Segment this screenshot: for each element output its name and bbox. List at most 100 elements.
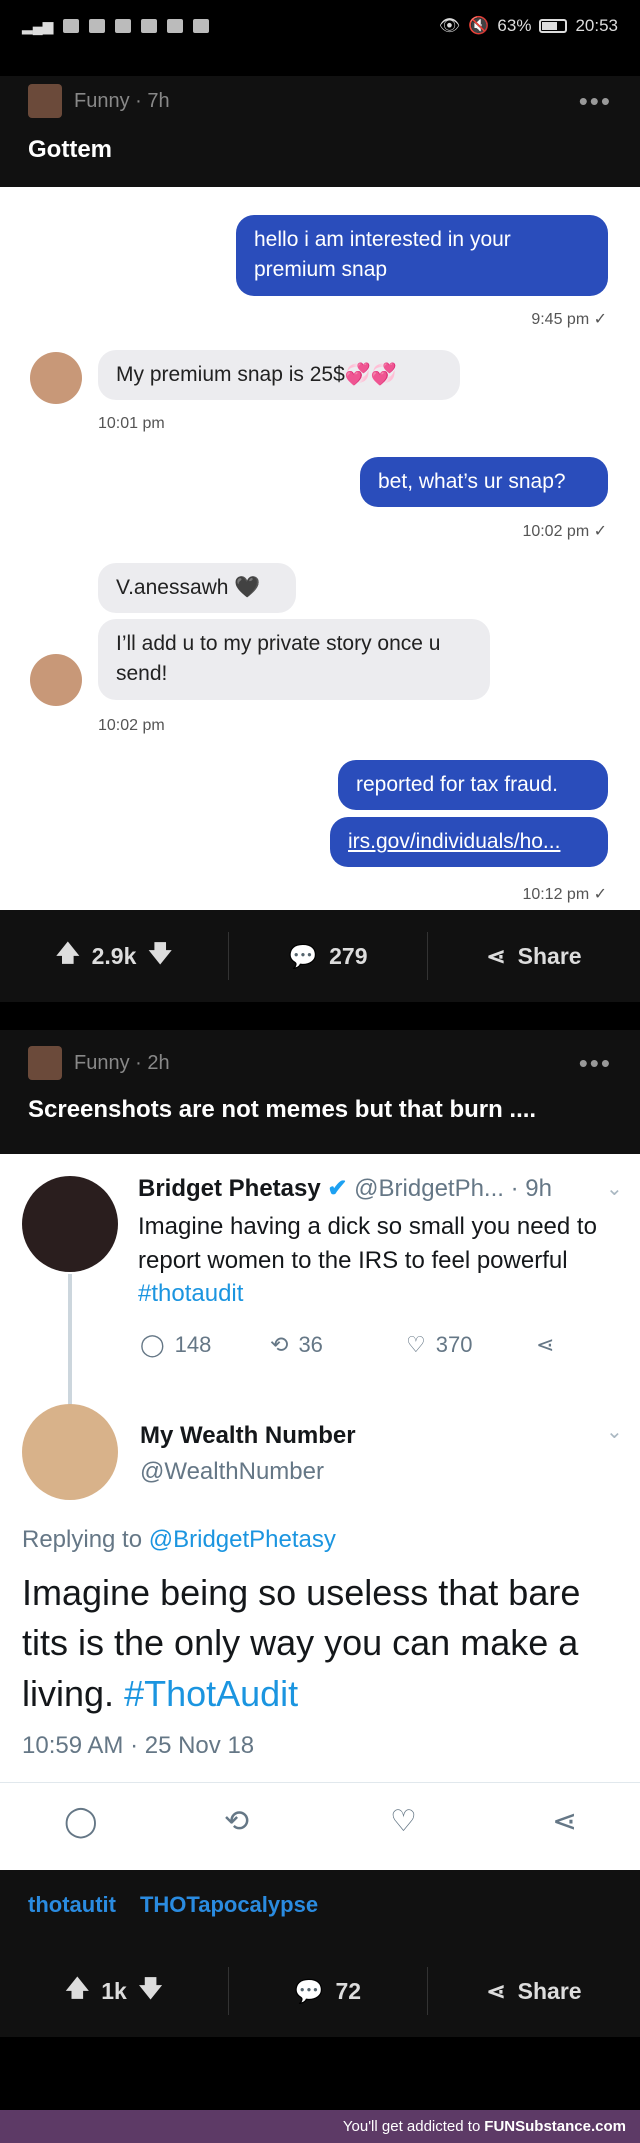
comment-icon: 💬 [288, 942, 318, 969]
facebook-icon [193, 19, 210, 33]
community-avatar[interactable] [28, 1046, 62, 1080]
profile-avatar [22, 1176, 118, 1272]
mention-link[interactable]: @BridgetPhetasy [149, 1526, 336, 1553]
tag-link[interactable]: thotautit [28, 1892, 116, 1923]
community-label[interactable]: Funny · 2h [74, 1052, 170, 1075]
mail-icon [89, 19, 106, 33]
tweet-timestamp: 10:59 AM · 25 Nov 18 [22, 1732, 255, 1759]
post-tags: thotautit THOTapocalypse [0, 1870, 640, 1945]
author-name: My Wealth Number [140, 1422, 356, 1449]
like-count: 370 [435, 1332, 473, 1357]
tweet-author: Bridget Phetasy ✔ @BridgetPh... · 9h [138, 1174, 552, 1203]
message-outgoing: bet, what’s ur snap? [360, 457, 608, 508]
author-name: Bridget Phetasy [138, 1175, 321, 1202]
comments-button[interactable]: 💬 72 [229, 1945, 427, 2037]
message-time: 10:02 pm [98, 717, 165, 734]
message-incoming: V.anessawh 🖤 [98, 563, 296, 614]
eye-icon: 👁 [438, 16, 461, 35]
profile-avatar [22, 1404, 118, 1500]
app-icon [141, 19, 158, 33]
replying-prefix: Replying to [22, 1526, 143, 1553]
author-handle: @WealthNumber [140, 1458, 324, 1485]
heart-icon[interactable]: ♡ [390, 1804, 417, 1839]
vote-count: 1k [101, 1977, 127, 2004]
reply-icon: ◯ [140, 1332, 165, 1357]
replying-to: Replying to @BridgetPhetasy [22, 1526, 336, 1554]
like-button[interactable]: ♡ 370 [406, 1332, 472, 1358]
message-time: 10:12 pm ✓ [522, 886, 607, 903]
post-header: Funny · 2h ••• Screenshots are not memes… [0, 1030, 640, 1154]
message-incoming: My premium snap is 25$💞💞 [98, 350, 460, 401]
share-icon: ⋖ [486, 942, 506, 969]
upvote-icon[interactable]: 🡅 [56, 937, 80, 976]
chevron-down-icon[interactable]: ⌄ [606, 1176, 623, 1201]
message-time: 10:02 pm ✓ [522, 523, 607, 540]
share-icon[interactable]: ⋖ [536, 1332, 554, 1358]
share-label: Share [517, 1977, 582, 2004]
thread-line [68, 1274, 72, 1406]
hashtag-link[interactable]: #thotaudit [138, 1280, 243, 1307]
chevron-down-icon[interactable]: ⌄ [606, 1419, 623, 1444]
comment-icon: 💬 [294, 1977, 324, 2004]
message-incoming: I’ll add u to my private story once u se… [98, 619, 490, 700]
tweet-text: Imagine being so useless that bare tits … [22, 1572, 581, 1714]
downvote-icon[interactable]: 🡇 [148, 937, 172, 976]
banner-brand: FUNSubstance.com [484, 2118, 626, 2135]
reply-button[interactable]: ◯ 148 [140, 1332, 211, 1358]
message-time: 9:45 pm ✓ [531, 311, 607, 328]
retweet-icon[interactable]: ⟲ [224, 1804, 249, 1839]
post-action-bar: 🡅 1k 🡇 💬 72 ⋖ Share [0, 1945, 640, 2037]
share-button[interactable]: ⋖ Share [428, 910, 640, 1002]
battery-percent: 63% [497, 16, 532, 35]
watermark-banner: You'll get addicted to FUNSubstance.com [0, 2110, 640, 2143]
tweet-body: Imagine having a dick so small you need … [138, 1210, 628, 1311]
verified-icon: ✔ [327, 1175, 348, 1202]
twitter-icon [115, 19, 132, 33]
share-button[interactable]: ⋖ Share [428, 1945, 640, 2037]
battery-icon [539, 19, 568, 33]
retweet-count: 36 [298, 1332, 323, 1357]
share-label: Share [517, 942, 582, 969]
reply-icon[interactable]: ◯ [64, 1804, 98, 1839]
message-link[interactable]: irs.gov/individuals/ho... [330, 817, 608, 868]
community-avatar[interactable] [28, 84, 62, 118]
post-title: Screenshots are not memes but that burn … [28, 1096, 537, 1123]
heart-icon: ♡ [406, 1332, 426, 1357]
post-header: Funny · 7h ••• Gottem [0, 76, 640, 187]
author-handle: @BridgetPh... [354, 1175, 504, 1202]
upvote-icon[interactable]: 🡅 [66, 1972, 90, 2011]
tag-link[interactable]: THOTapocalypse [140, 1892, 318, 1923]
downvote-icon[interactable]: 🡇 [139, 1972, 163, 2011]
contact-avatar [30, 352, 82, 404]
clock: 20:53 [575, 16, 618, 35]
message-outgoing: reported for tax fraud. [338, 760, 608, 811]
vote-count: 2.9k [91, 942, 137, 969]
reply-count: 148 [174, 1332, 212, 1357]
message-outgoing: hello i am interested in your premium sn… [236, 215, 608, 296]
status-bar: ▂▄▆ 👁 🔇 63% 20:53 [0, 0, 640, 52]
signal-icon: ▂▄▆ [22, 17, 54, 34]
community-label[interactable]: Funny · 7h [74, 90, 170, 113]
chat-screenshot[interactable]: hello i am interested in your premium sn… [0, 187, 640, 910]
post-action-bar: 🡅 2.9k 🡇 💬 279 ⋖ Share [0, 910, 640, 1002]
share-icon[interactable]: ⋖ [552, 1804, 577, 1839]
tweet-text: Imagine having a dick so small you need … [138, 1213, 597, 1274]
tweet-screenshot[interactable]: Bridget Phetasy ✔ @BridgetPh... · 9h ⌄ I… [0, 1154, 640, 1870]
banner-text: You'll get addicted to [342, 2118, 481, 2135]
mute-icon: 🔇 [468, 16, 490, 35]
tweet-age: · 9h [510, 1175, 552, 1202]
more-options-icon[interactable]: ••• [579, 1048, 612, 1079]
wifi-icon [63, 19, 80, 33]
cloud-icon [167, 19, 184, 33]
post-title: Gottem [28, 136, 112, 163]
hashtag-link[interactable]: #ThotAudit [124, 1673, 298, 1714]
share-icon: ⋖ [486, 1977, 506, 2004]
comment-count: 72 [335, 1977, 362, 2004]
divider [0, 1782, 640, 1783]
retweet-button[interactable]: ⟲ 36 [270, 1332, 323, 1358]
comments-button[interactable]: 💬 279 [229, 910, 427, 1002]
message-time: 10:01 pm [98, 415, 165, 432]
contact-avatar [30, 654, 82, 706]
tweet-body: Imagine being so useless that bare tits … [22, 1568, 622, 1719]
more-options-icon[interactable]: ••• [579, 86, 612, 117]
